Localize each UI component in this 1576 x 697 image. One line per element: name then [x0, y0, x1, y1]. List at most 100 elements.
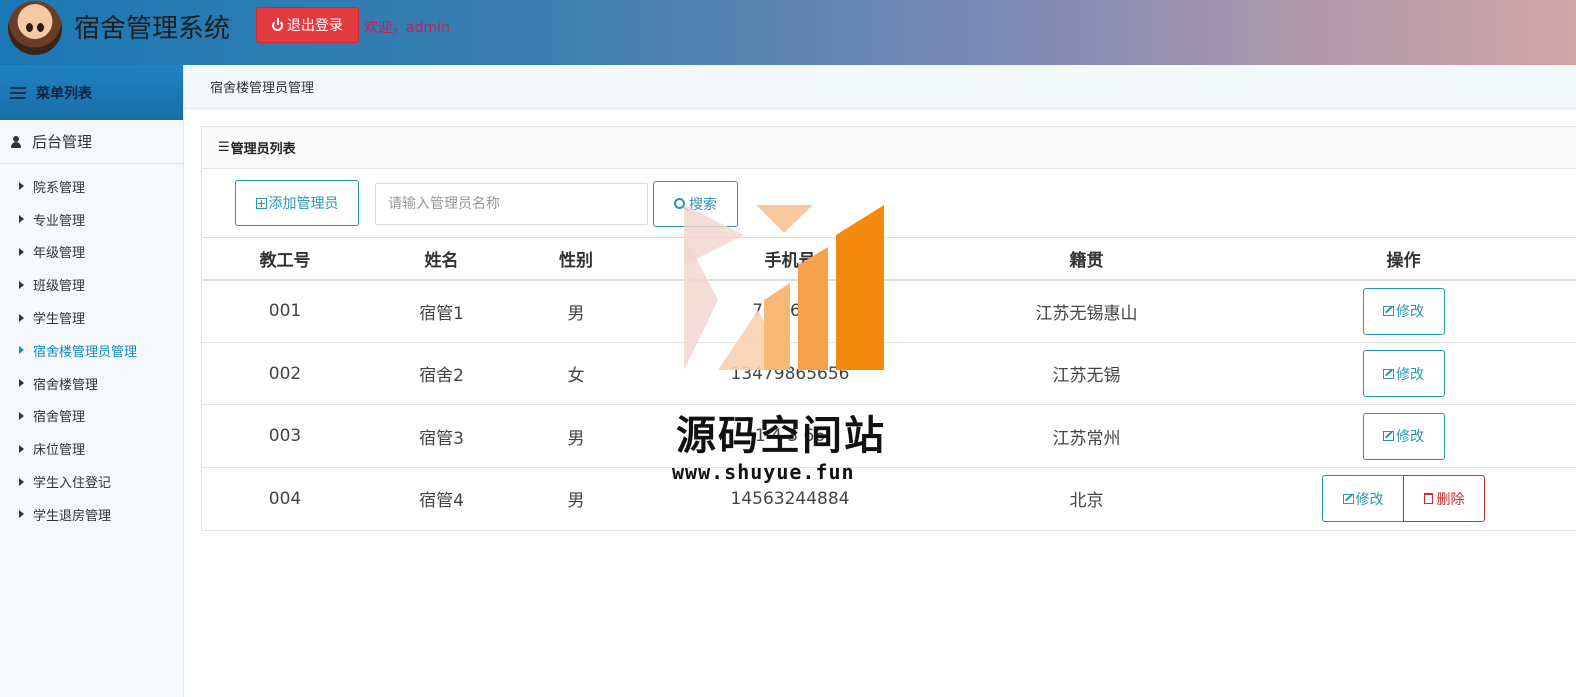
- cell-origin: 江苏无锡: [943, 342, 1230, 406]
- edit-icon: [1383, 306, 1394, 317]
- table-row: 004 宿管4 男 14563244884 北京 修改 删除: [202, 467, 1576, 531]
- edit-icon: [1383, 431, 1394, 442]
- sidebar-item-buildings[interactable]: 宿舍楼管理: [0, 367, 183, 400]
- cell-actions: 修改: [1230, 342, 1576, 406]
- cell-gender: 女: [515, 342, 637, 406]
- col-header-actions: 操作: [1230, 237, 1576, 281]
- edit-button[interactable]: 修改: [1322, 475, 1404, 523]
- edit-label: 修改: [1396, 366, 1424, 383]
- col-header-phone: 手机号: [637, 237, 943, 281]
- sidebar-item-label: 班级管理: [33, 279, 86, 295]
- power-icon: [272, 17, 283, 31]
- col-header-id: 教工号: [202, 237, 368, 281]
- sidebar-item-dorm-admins[interactable]: 宿舍楼管理员管理: [0, 334, 183, 367]
- table-row: 001 宿管1 男 712 66 6 江苏无锡惠山 修改: [202, 279, 1576, 343]
- cell-actions: 修改 删除: [1230, 467, 1576, 531]
- triangle-right-icon: [19, 280, 24, 289]
- triangle-right-icon: [19, 411, 24, 420]
- cell-id: 004: [202, 467, 368, 531]
- triangle-right-icon: [19, 477, 24, 486]
- cell-name: 宿管3: [368, 404, 515, 469]
- toolbar: 添加管理员 搜索: [202, 169, 1576, 237]
- add-admin-button[interactable]: 添加管理员: [235, 180, 359, 226]
- panel-title-text: 管理员列表: [230, 142, 296, 157]
- cell-id: 002: [202, 342, 368, 406]
- action-button-group: 修改 删除: [1322, 475, 1485, 523]
- avatar-eye-right: [37, 23, 44, 32]
- logout-button[interactable]: 退出登录: [256, 7, 359, 43]
- cell-origin: 江苏常州: [943, 404, 1230, 469]
- sidebar-item-label: 学生管理: [33, 312, 86, 328]
- sidebar-item-dorms[interactable]: 宿舍管理: [0, 400, 183, 433]
- sidebar-item-check-out[interactable]: 学生退房管理: [0, 498, 183, 531]
- edit-icon: [1342, 493, 1354, 504]
- add-admin-label: 添加管理员: [268, 196, 339, 212]
- triangle-right-icon: [19, 444, 24, 453]
- cell-gender: 男: [515, 467, 637, 531]
- edit-icon: [1383, 368, 1394, 379]
- admin-list-panel: ☰ 管理员列表 添加管理员 搜索 教工号 姓名 性别 手机号 籍贯 操作 001: [201, 126, 1576, 531]
- menu-header: 菜单列表: [0, 65, 183, 120]
- breadcrumb-current: 宿舍楼管理员管理: [210, 81, 315, 96]
- search-input[interactable]: [375, 183, 648, 225]
- cell-name: 宿管4: [368, 467, 515, 531]
- search-label: 搜索: [689, 197, 717, 213]
- delete-label: 删除: [1436, 491, 1465, 508]
- app-title: 宿舍管理系统: [74, 14, 231, 44]
- breadcrumb: 宿舍楼管理员管理: [184, 65, 1576, 109]
- sidebar-section-backend[interactable]: 后台管理: [0, 120, 183, 164]
- cell-name: 宿舍2: [368, 342, 515, 406]
- section-title: 后台管理: [32, 133, 93, 151]
- search-button[interactable]: 搜索: [653, 181, 738, 227]
- cell-actions: 修改: [1230, 279, 1576, 343]
- cell-phone: 712 66 6: [637, 279, 943, 343]
- nav-list: 院系管理 专业管理 年级管理 班级管理 学生管理 宿舍楼管理员管理 宿舍楼管理 …: [0, 164, 183, 531]
- user-icon: [11, 135, 21, 148]
- trash-icon: [1423, 493, 1433, 505]
- list-icon: ☰: [218, 140, 230, 155]
- cell-gender: 男: [515, 279, 637, 343]
- edit-label: 修改: [1396, 429, 1424, 446]
- sidebar-item-label: 专业管理: [33, 213, 86, 229]
- cell-gender: 男: [515, 404, 637, 469]
- triangle-right-icon: [19, 247, 24, 256]
- sidebar-item-label: 学生入住登记: [33, 476, 112, 492]
- cell-id: 001: [202, 279, 368, 343]
- sidebar-item-majors[interactable]: 专业管理: [0, 203, 183, 236]
- triangle-right-icon: [19, 346, 24, 355]
- sidebar-item-grades[interactable]: 年级管理: [0, 236, 183, 269]
- delete-button[interactable]: 删除: [1403, 475, 1485, 523]
- sidebar-item-students[interactable]: 学生管理: [0, 301, 183, 334]
- sidebar-item-beds[interactable]: 床位管理: [0, 432, 183, 465]
- sidebar-item-label: 宿舍楼管理员管理: [33, 344, 138, 360]
- table-row: 002 宿舍2 女 13479865656 江苏无锡 修改: [202, 342, 1576, 406]
- sidebar-item-label: 学生退房管理: [33, 508, 112, 524]
- edit-button[interactable]: 修改: [1362, 412, 1445, 460]
- sidebar-item-departments[interactable]: 院系管理: [0, 170, 183, 203]
- cell-actions: 修改: [1230, 404, 1576, 469]
- cell-origin: 江苏无锡惠山: [943, 279, 1230, 343]
- triangle-right-icon: [19, 182, 24, 191]
- sidebar-item-label: 院系管理: [33, 180, 86, 196]
- col-header-name: 姓名: [368, 237, 515, 281]
- triangle-right-icon: [19, 313, 24, 322]
- sidebar: 菜单列表 后台管理 院系管理 专业管理 年级管理 班级管理 学生管理 宿舍楼管理…: [0, 65, 184, 697]
- sidebar-item-label: 宿舍楼管理: [33, 377, 99, 393]
- col-header-gender: 性别: [515, 237, 637, 281]
- edit-label: 修改: [1396, 304, 1424, 321]
- sidebar-item-label: 年级管理: [33, 246, 86, 262]
- search-icon: [674, 197, 685, 209]
- bars-icon: [10, 86, 26, 99]
- triangle-right-icon: [19, 510, 24, 519]
- cell-origin: 北京: [943, 467, 1230, 531]
- table-header-row: 教工号 姓名 性别 手机号 籍贯 操作: [202, 237, 1576, 281]
- sidebar-item-label: 床位管理: [33, 443, 86, 459]
- table-row: 003 宿管3 男 1 4 3 66 江苏常州 修改: [202, 404, 1576, 469]
- sidebar-item-check-in[interactable]: 学生入住登记: [0, 465, 183, 498]
- avatar-eye-left: [26, 23, 33, 32]
- top-header: 宿舍管理系统 退出登录 欢迎，admin: [0, 0, 1576, 65]
- cell-id: 003: [202, 404, 368, 469]
- edit-button[interactable]: 修改: [1362, 287, 1445, 335]
- sidebar-item-classes[interactable]: 班级管理: [0, 268, 183, 301]
- edit-button[interactable]: 修改: [1362, 350, 1445, 398]
